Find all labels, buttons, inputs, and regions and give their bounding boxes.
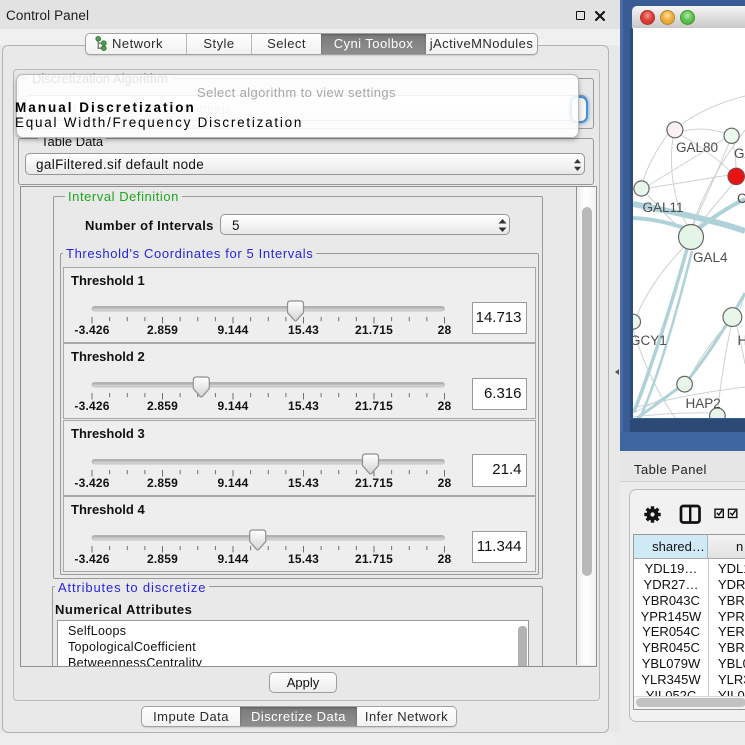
svg-text:2.859: 2.859: [147, 399, 178, 413]
svg-text:28: 28: [438, 399, 452, 413]
svg-text:-3.426: -3.426: [74, 476, 109, 490]
svg-text:C: C: [737, 191, 745, 206]
svg-text:GAL4: GAL4: [693, 250, 728, 265]
svg-text:15.43: 15.43: [288, 476, 319, 490]
svg-text:9.144: 9.144: [217, 399, 248, 413]
svg-text:-3.426: -3.426: [74, 323, 109, 337]
svg-text:GAL11: GAL11: [643, 200, 684, 215]
svg-text:GAL80: GAL80: [676, 140, 718, 155]
svg-text:21.715: 21.715: [355, 552, 393, 566]
svg-text:21.715: 21.715: [355, 399, 393, 413]
svg-text:2.859: 2.859: [147, 476, 178, 490]
svg-text:21.715: 21.715: [355, 323, 393, 337]
svg-text:15.43: 15.43: [288, 399, 319, 413]
svg-text:H: H: [738, 333, 745, 348]
svg-text:HAP2: HAP2: [686, 396, 721, 411]
svg-text:28: 28: [438, 476, 452, 490]
svg-text:21.715: 21.715: [355, 476, 393, 490]
svg-text:GCY1: GCY1: [633, 333, 667, 348]
svg-text:GAL: GAL: [734, 146, 745, 161]
svg-text:-3.426: -3.426: [74, 399, 109, 413]
svg-text:15.43: 15.43: [288, 323, 319, 337]
svg-text:-3.426: -3.426: [74, 552, 109, 566]
svg-text:2.859: 2.859: [147, 323, 178, 337]
svg-text:9.144: 9.144: [217, 476, 248, 490]
svg-text:9.144: 9.144: [217, 323, 248, 337]
svg-text:28: 28: [438, 552, 452, 566]
svg-text:28: 28: [438, 323, 452, 337]
svg-text:2.859: 2.859: [147, 552, 178, 566]
svg-text:9.144: 9.144: [217, 552, 248, 566]
svg-text:15.43: 15.43: [288, 552, 319, 566]
